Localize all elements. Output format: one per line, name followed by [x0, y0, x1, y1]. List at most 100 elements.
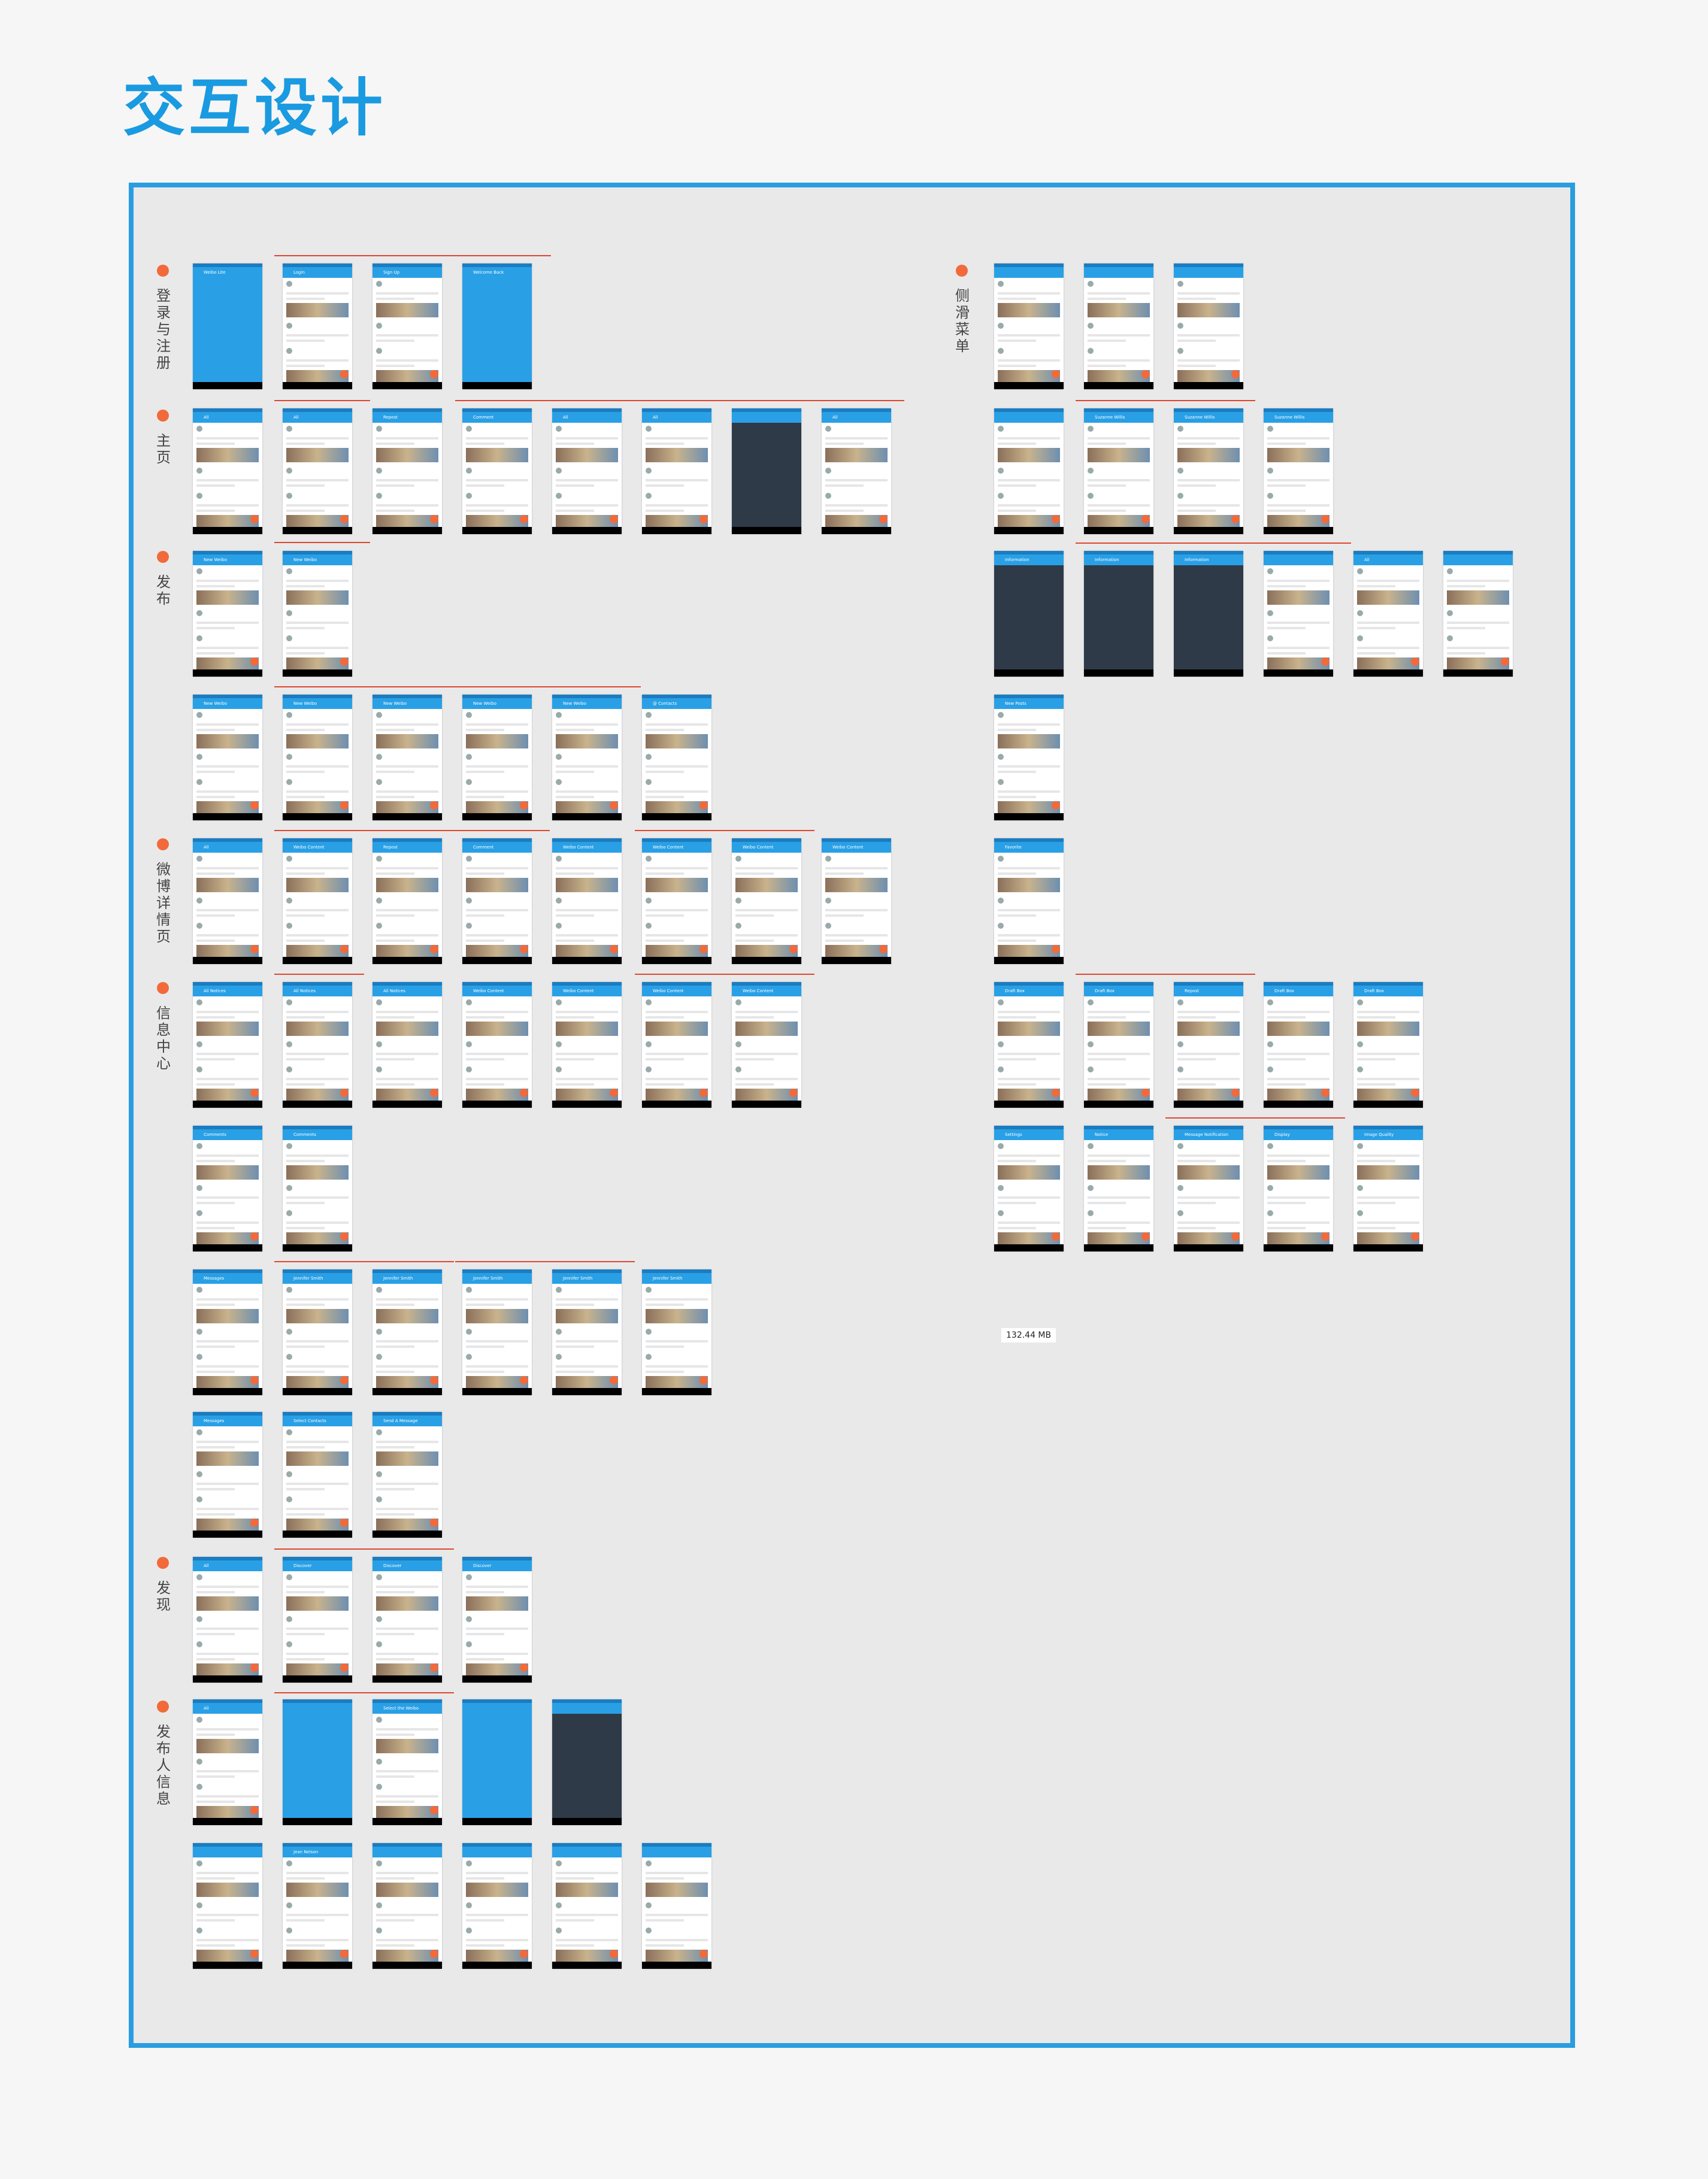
text-line — [286, 340, 325, 342]
avatar — [646, 468, 652, 474]
flow-connector — [365, 255, 461, 256]
avatar — [286, 754, 292, 760]
text-line — [466, 771, 504, 773]
avatar — [196, 426, 202, 432]
avatar — [286, 281, 292, 287]
app-screen-thumbnail: Jennifer Smith — [283, 1269, 352, 1395]
text-line — [286, 867, 349, 869]
app-screen-thumbnail: Repost — [373, 838, 442, 964]
text-line — [735, 1083, 774, 1086]
photo — [825, 448, 888, 462]
text-line — [1447, 585, 1485, 587]
section-marker — [157, 410, 169, 422]
navigation-bar — [373, 1962, 442, 1969]
app-bar: @ Contacts — [642, 698, 711, 709]
app-screen-thumbnail: New Weibo — [283, 551, 352, 677]
avatar — [1357, 635, 1363, 641]
avatar — [376, 1860, 382, 1866]
app-screen-thumbnail: New Weibo — [193, 695, 262, 820]
avatar — [466, 898, 472, 904]
text-line — [1088, 1227, 1126, 1229]
text-line — [998, 334, 1060, 337]
text-line — [196, 1222, 259, 1224]
avatar — [998, 348, 1004, 354]
navigation-bar — [283, 1962, 352, 1969]
section-marker — [157, 982, 169, 994]
app-bar: Settings — [994, 1129, 1064, 1140]
avatar — [286, 898, 292, 904]
text-line — [1177, 479, 1240, 481]
text-line — [286, 1653, 349, 1655]
text-line — [196, 790, 259, 793]
text-line — [286, 1345, 325, 1348]
app-screen-thumbnail: Jennifer Smith — [373, 1269, 442, 1395]
text-line — [196, 1801, 235, 1803]
navigation-bar — [373, 1101, 442, 1108]
avatar — [196, 635, 202, 641]
text-line — [376, 1016, 414, 1019]
avatar — [286, 923, 292, 929]
navigation-bar — [1264, 1101, 1333, 1108]
photo — [1088, 1022, 1150, 1036]
fab-button — [1231, 1089, 1240, 1097]
text-line — [196, 1083, 235, 1086]
text-line — [376, 723, 438, 726]
app-bar: Jennifer Smith — [462, 1273, 532, 1284]
avatar — [286, 1574, 292, 1580]
photo — [466, 1883, 528, 1897]
navigation-bar — [283, 1244, 352, 1251]
app-screen-thumbnail: Send A Message — [373, 1412, 442, 1538]
navigation-bar — [283, 382, 352, 389]
avatar — [1447, 568, 1453, 574]
navigation-bar — [1264, 1244, 1333, 1251]
app-screen-thumbnail — [642, 1843, 711, 1969]
text-line — [286, 1365, 349, 1368]
text-line — [286, 1633, 325, 1635]
text-line — [286, 723, 349, 726]
text-line — [286, 1154, 349, 1157]
text-line — [196, 622, 259, 624]
navigation-bar — [994, 957, 1064, 964]
app-screen-thumbnail: Weibo Content — [283, 838, 352, 964]
text-line — [646, 872, 684, 875]
avatar — [1088, 426, 1094, 432]
avatar — [196, 1143, 202, 1149]
navigation-bar — [283, 1675, 352, 1683]
text-line — [1088, 1196, 1150, 1199]
photo — [376, 1739, 438, 1753]
app-screen-thumbnail: Weibo Content — [462, 982, 532, 1108]
text-line — [376, 1078, 438, 1080]
avatar — [196, 754, 202, 760]
text-line — [286, 334, 349, 337]
avatar — [998, 779, 1004, 785]
app-bar — [1174, 267, 1243, 278]
app-bar: Repost — [373, 842, 442, 853]
fab-button — [340, 1376, 349, 1384]
navigation-bar — [193, 813, 262, 820]
text-line — [286, 510, 325, 512]
text-line — [1088, 443, 1126, 445]
text-line — [825, 479, 888, 481]
app-screen-thumbnail: Repost — [1174, 982, 1243, 1108]
photo — [466, 1596, 528, 1611]
avatar — [286, 1616, 292, 1622]
app-screen-thumbnail: Discover — [283, 1557, 352, 1683]
app-screen-thumbnail — [1174, 263, 1243, 389]
app-bar — [732, 412, 801, 423]
fab-button — [1231, 515, 1240, 523]
navigation-bar — [642, 957, 711, 964]
flow-connector — [455, 400, 641, 401]
text-line — [556, 1011, 618, 1013]
text-line — [196, 1513, 235, 1516]
app-bar: Messages — [193, 1273, 262, 1284]
text-line — [286, 1441, 349, 1443]
app-screen-thumbnail: Draft Box — [994, 982, 1064, 1108]
text-line — [998, 914, 1036, 917]
avatar — [1177, 1210, 1183, 1216]
avatar — [1177, 348, 1183, 354]
photo — [1177, 448, 1240, 462]
avatar — [466, 856, 472, 862]
avatar — [286, 1185, 292, 1191]
app-bar: Discover — [373, 1560, 442, 1571]
text-line — [196, 765, 259, 768]
